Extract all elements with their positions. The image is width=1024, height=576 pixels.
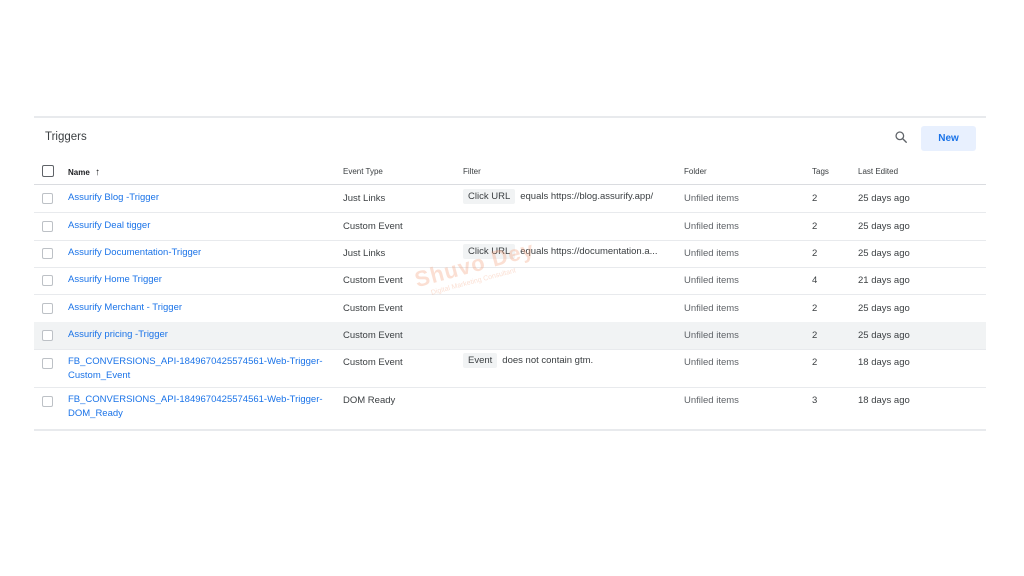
tag-count: 2 bbox=[812, 303, 818, 314]
trigger-name-link[interactable]: Assurify pricing -Trigger bbox=[68, 328, 328, 342]
folder-name: Unfiled items bbox=[684, 303, 739, 314]
tag-count: 3 bbox=[812, 395, 818, 406]
trigger-name-link[interactable]: Assurify Deal tigger bbox=[68, 219, 328, 233]
row-checkbox[interactable] bbox=[42, 303, 53, 314]
select-all-checkbox[interactable] bbox=[42, 165, 54, 177]
tag-count: 2 bbox=[812, 193, 818, 204]
row-checkbox[interactable] bbox=[42, 221, 53, 232]
table-row[interactable]: Assurify Documentation-Trigger Just Link… bbox=[34, 240, 986, 268]
name-header-label: Name bbox=[68, 168, 90, 177]
folder-name: Unfiled items bbox=[684, 357, 739, 368]
tag-count: 2 bbox=[812, 357, 818, 368]
row-checkbox[interactable] bbox=[42, 248, 53, 259]
event-type: DOM Ready bbox=[343, 395, 396, 406]
filter-variable-chip: Click URL bbox=[463, 189, 516, 204]
table-row[interactable]: FB_CONVERSIONS_API-1849670425574561-Web-… bbox=[34, 388, 986, 425]
row-checkbox[interactable] bbox=[42, 358, 53, 369]
filter-condition: Click URL equals https://documentation.a.… bbox=[463, 244, 658, 259]
event-type: Custom Event bbox=[343, 275, 403, 286]
row-checkbox[interactable] bbox=[42, 193, 53, 204]
last-edited: 25 days ago bbox=[858, 303, 910, 314]
event-type: Custom Event bbox=[343, 303, 403, 314]
panel-title: Triggers bbox=[45, 131, 87, 143]
last-edited: 25 days ago bbox=[858, 193, 910, 204]
folder-name: Unfiled items bbox=[684, 221, 739, 232]
table-row[interactable]: Assurify Merchant - Trigger Custom Event… bbox=[34, 295, 986, 323]
table-row[interactable]: Assurify Blog -Trigger Just Links Click … bbox=[34, 185, 986, 213]
tags-column-header[interactable]: Tags bbox=[812, 167, 829, 176]
event-type: Custom Event bbox=[343, 221, 403, 232]
tag-count: 2 bbox=[812, 248, 818, 259]
table-row[interactable]: Assurify Home Trigger Custom Event Unfil… bbox=[34, 267, 986, 295]
triggers-panel: Triggers New Name ↑ Event Type Filter Fo… bbox=[34, 116, 986, 431]
trigger-name-link[interactable]: Assurify Home Trigger bbox=[68, 273, 328, 287]
last-edited: 25 days ago bbox=[858, 330, 910, 341]
trigger-name-link[interactable]: Assurify Blog -Trigger bbox=[68, 191, 328, 205]
filter-variable-chip: Event bbox=[463, 353, 498, 368]
event-type-column-header[interactable]: Event Type bbox=[343, 167, 383, 176]
folder-name: Unfiled items bbox=[684, 330, 739, 341]
last-edited: 25 days ago bbox=[858, 248, 910, 259]
row-checkbox[interactable] bbox=[42, 330, 53, 341]
table-header: Name ↑ Event Type Filter Folder Tags Las… bbox=[34, 158, 986, 185]
filter-variable-chip: Click URL bbox=[463, 244, 516, 259]
last-edited: 18 days ago bbox=[858, 357, 910, 368]
filter-text: equals https://blog.assurify.app/ bbox=[520, 191, 654, 202]
filter-condition: Event does not contain gtm. bbox=[463, 353, 594, 368]
event-type: Just Links bbox=[343, 193, 386, 204]
tag-count: 2 bbox=[812, 221, 818, 232]
search-icon[interactable] bbox=[894, 130, 908, 144]
row-checkbox[interactable] bbox=[42, 275, 53, 286]
folder-column-header[interactable]: Folder bbox=[684, 167, 707, 176]
folder-name: Unfiled items bbox=[684, 275, 739, 286]
trigger-name-link[interactable]: FB_CONVERSIONS_API-1849670425574561-Web-… bbox=[68, 393, 328, 421]
event-type: Custom Event bbox=[343, 357, 403, 368]
trigger-name-link[interactable]: FB_CONVERSIONS_API-1849670425574561-Web-… bbox=[68, 355, 328, 383]
filter-condition: Click URL equals https://blog.assurify.ap… bbox=[463, 189, 654, 204]
row-checkbox[interactable] bbox=[42, 396, 53, 407]
last-edited: 21 days ago bbox=[858, 275, 910, 286]
folder-name: Unfiled items bbox=[684, 395, 739, 406]
tag-count: 4 bbox=[812, 275, 818, 286]
last-edited: 25 days ago bbox=[858, 221, 910, 232]
sort-ascending-icon: ↑ bbox=[95, 167, 101, 178]
trigger-name-link[interactable]: Assurify Merchant - Trigger bbox=[68, 301, 328, 315]
new-trigger-button[interactable]: New bbox=[921, 126, 976, 151]
filter-text: does not contain gtm. bbox=[502, 355, 594, 366]
filter-column-header: Filter bbox=[463, 167, 481, 176]
table-row[interactable]: Assurify Deal tigger Custom Event Unfile… bbox=[34, 213, 986, 241]
table-row[interactable]: FB_CONVERSIONS_API-1849670425574561-Web-… bbox=[34, 350, 986, 388]
event-type: Just Links bbox=[343, 248, 386, 259]
name-column-header[interactable]: Name ↑ bbox=[68, 167, 100, 178]
event-type: Custom Event bbox=[343, 330, 403, 341]
tag-count: 2 bbox=[812, 330, 818, 341]
trigger-name-link[interactable]: Assurify Documentation-Trigger bbox=[68, 246, 328, 260]
filter-text: equals https://documentation.a... bbox=[520, 246, 658, 257]
folder-name: Unfiled items bbox=[684, 193, 739, 204]
folder-name: Unfiled items bbox=[684, 248, 739, 259]
last-edited-column-header[interactable]: Last Edited bbox=[858, 167, 898, 176]
table-row[interactable]: Assurify pricing -Trigger Custom Event U… bbox=[34, 322, 986, 350]
last-edited: 18 days ago bbox=[858, 395, 910, 406]
